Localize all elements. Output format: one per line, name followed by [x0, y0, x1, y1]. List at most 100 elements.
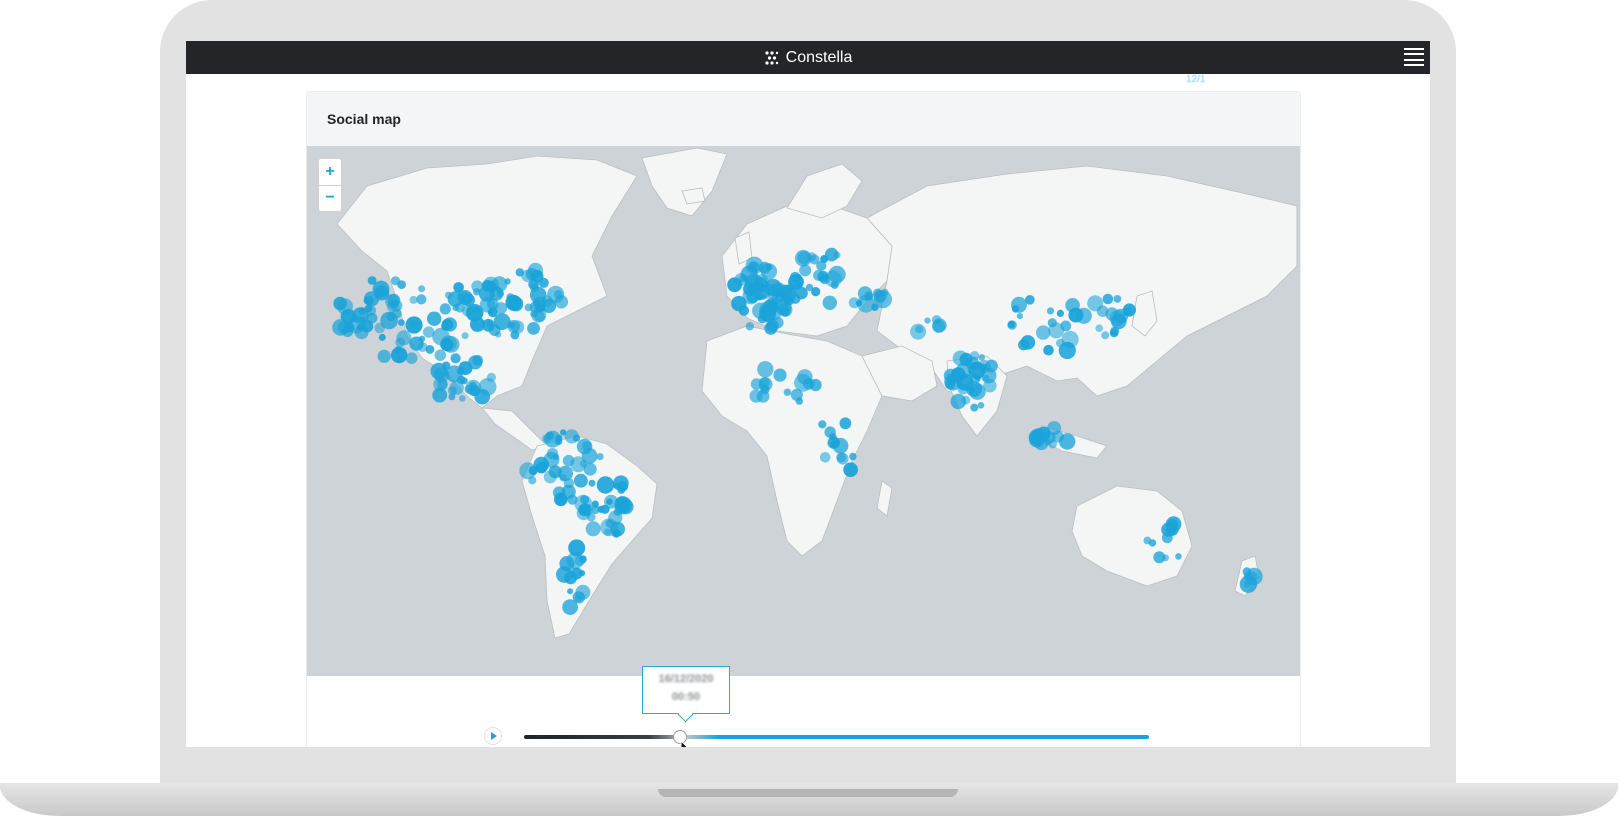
activity-dot [1109, 310, 1126, 327]
constella-logo-icon [765, 50, 778, 65]
activity-dot [396, 356, 403, 363]
card-title: Social map [327, 111, 401, 127]
activity-dot [564, 429, 579, 444]
activity-dot [945, 379, 956, 390]
activity-dot [495, 331, 502, 338]
activity-dot [555, 494, 568, 506]
activity-dot [591, 505, 600, 515]
activity-dot [482, 318, 495, 332]
tooltip-time: 00:50 [671, 691, 701, 703]
tooltip-date: 16/12/2020 [658, 673, 714, 685]
activity-dot [836, 452, 849, 465]
activity-dot [596, 453, 604, 461]
activity-dot [977, 402, 985, 409]
laptop-base [0, 783, 1618, 816]
activity-dot [758, 377, 773, 392]
activity-dot [472, 355, 484, 366]
activity-dot [978, 354, 986, 361]
activity-dot [580, 495, 590, 505]
activity-dot [486, 372, 496, 382]
activity-dot [822, 295, 837, 310]
activity-dot [795, 286, 808, 300]
brand[interactable]: Constella [764, 49, 852, 67]
activity-dot [839, 417, 852, 430]
land-greenland [641, 147, 728, 217]
activity-dot [488, 307, 498, 318]
activity-dot [1056, 309, 1064, 317]
activity-dot [418, 335, 426, 343]
activity-dot [563, 478, 575, 489]
activity-dot [1166, 518, 1179, 531]
activity-dot [515, 268, 524, 277]
activity-dot [507, 321, 515, 329]
play-icon[interactable] [485, 728, 501, 744]
activity-dot [1153, 551, 1166, 564]
zoom-control: + − [318, 158, 342, 212]
social-map-card: Social map + − 16/12/2020 00:50 [306, 91, 1301, 747]
world-map[interactable]: + − [307, 146, 1300, 676]
activity-dot [553, 290, 563, 299]
activity-dot [766, 264, 773, 271]
activity-dot [509, 295, 519, 306]
activity-dot [574, 473, 588, 488]
activity-dot [819, 273, 830, 285]
activity-dot [828, 265, 846, 283]
activity-dot [881, 288, 889, 297]
activity-dot [378, 333, 386, 341]
land-scandinavia [786, 163, 863, 219]
activity-dot [491, 276, 508, 292]
activity-dot [456, 367, 465, 375]
activity-dot [461, 332, 469, 340]
activity-dot [1161, 532, 1173, 544]
activity-dot [425, 345, 435, 354]
activity-dot [757, 361, 774, 378]
activity-dot [579, 570, 586, 577]
activity-dot [562, 599, 578, 615]
activity-dot [613, 475, 629, 492]
activity-dot [1095, 324, 1103, 332]
activity-dot [440, 338, 454, 352]
activity-dot [574, 594, 583, 602]
activity-dot [529, 286, 547, 304]
zoom-in-button[interactable]: + [319, 159, 341, 185]
activity-dot [794, 373, 812, 392]
activity-dot [394, 346, 402, 354]
zoom-out-button[interactable]: − [319, 184, 341, 212]
activity-dot [363, 297, 371, 305]
activity-dot [410, 320, 418, 328]
activity-dot [567, 588, 574, 595]
activity-dot [1113, 295, 1122, 303]
activity-dot [365, 305, 377, 316]
activity-dot [843, 462, 858, 478]
activity-dot [818, 420, 827, 429]
activity-dot [864, 291, 874, 301]
activity-dot [333, 296, 347, 311]
timeline-tooltip: 16/12/2020 00:50 [642, 666, 730, 714]
activity-dot [395, 337, 406, 348]
activity-dot [1051, 430, 1064, 443]
activity-dot [576, 506, 591, 521]
activity-dot [453, 282, 464, 293]
activity-dot [950, 393, 966, 410]
land-central-america [481, 407, 548, 451]
activity-dot [1046, 307, 1055, 315]
activity-dot [562, 454, 575, 467]
activity-dot [1043, 344, 1054, 356]
activity-dot [819, 452, 831, 463]
activity-dot [749, 262, 757, 270]
activity-dot [434, 349, 446, 361]
activity-dot [614, 496, 632, 514]
hamburger-menu-icon[interactable] [1404, 48, 1424, 66]
activity-dot [910, 323, 927, 340]
activity-dot [603, 528, 611, 536]
timeline-slider-track[interactable] [524, 735, 1149, 739]
activity-dot [579, 555, 587, 564]
activity-dot [778, 302, 793, 317]
activity-dot [756, 282, 764, 290]
activity-dot [1016, 313, 1024, 320]
activity-dot [544, 430, 561, 448]
activity-dot [585, 521, 601, 537]
activity-dot [1110, 326, 1120, 336]
activity-dot [1011, 296, 1027, 313]
activity-dot [478, 285, 495, 302]
